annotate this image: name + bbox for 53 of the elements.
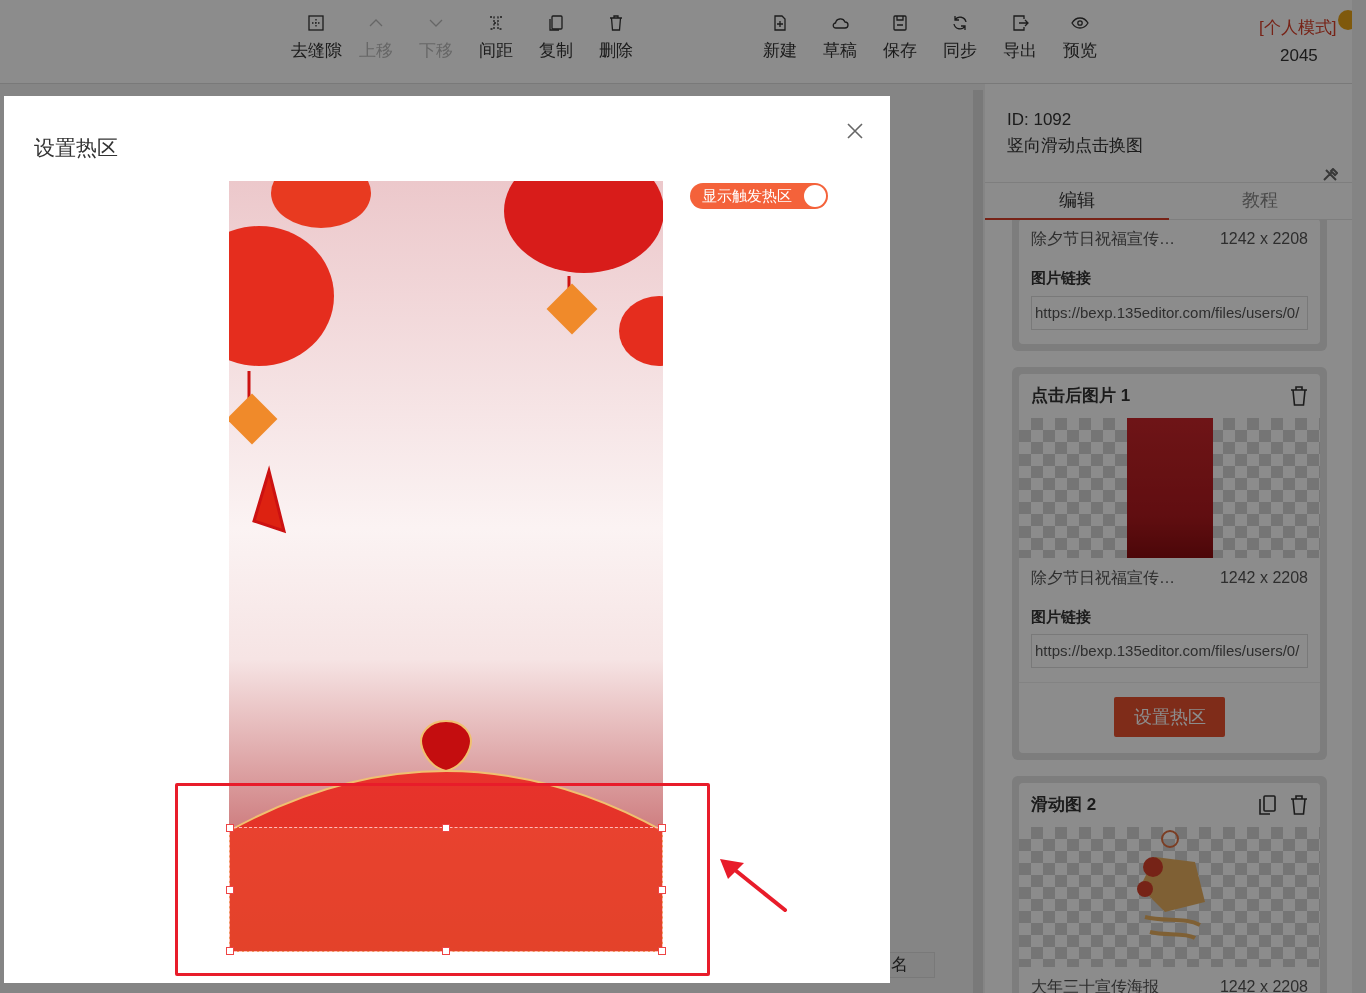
trash-icon[interactable] [1290, 795, 1308, 815]
file-name: 除夕节日祝福宣传… [1031, 229, 1175, 249]
toolbar-button[interactable]: 草稿 [812, 14, 868, 68]
resize-handle[interactable] [226, 824, 234, 832]
resize-handle[interactable] [658, 824, 666, 832]
field-label: 图片链接 [1030, 606, 1092, 627]
toolbar-button[interactable]: 复制 [528, 14, 584, 68]
element-title: 竖向滑动点击换图 [1007, 135, 1144, 157]
eye-icon [1071, 14, 1089, 32]
save-icon [891, 14, 909, 32]
count-label: 2045 [1280, 45, 1318, 67]
set-hotspot-button[interactable]: 设置热区 [1114, 697, 1225, 737]
mode-label[interactable]: [个人模式] [1259, 15, 1337, 41]
copy-icon [547, 14, 565, 32]
toolbar-button[interactable]: 去缝隙 [288, 14, 344, 68]
card-title: 滑动图 2 [1031, 794, 1097, 817]
toolbar-button[interactable]: 删除 [588, 14, 644, 68]
resize-handle[interactable] [226, 947, 234, 955]
export-icon [1011, 14, 1029, 32]
close-icon[interactable] [847, 123, 863, 139]
panel-tab[interactable]: 教程 [1168, 183, 1352, 220]
sync-icon [951, 14, 969, 32]
dialog-title: 设置热区 [34, 135, 118, 161]
file-name: 除夕节日祝福宣传… [1031, 567, 1175, 588]
resize-handle[interactable] [658, 947, 666, 955]
resize-handle[interactable] [442, 824, 450, 832]
link-field[interactable]: https://bexp.135editor.com/files/users/0/ [1031, 634, 1308, 668]
tools-icon[interactable] [1322, 168, 1338, 182]
image-size: 1242 x 2208 [1219, 229, 1308, 249]
resize-handle[interactable] [658, 885, 666, 894]
grid-icon [307, 14, 325, 32]
toolbar-button[interactable]: 预览 [1052, 14, 1108, 68]
spacing-icon [487, 14, 505, 32]
copy-icon[interactable] [1258, 795, 1276, 815]
element-id: ID: 1092 [1007, 109, 1073, 131]
image-size: 1242 x 2208 [1219, 977, 1308, 993]
trash-icon[interactable] [1290, 385, 1308, 406]
resize-handle[interactable] [442, 947, 450, 955]
resize-handle[interactable] [226, 885, 234, 894]
image-size: 1242 x 2208 [1219, 567, 1308, 588]
link-field[interactable]: https://bexp.135editor.com/files/users/0/ [1031, 295, 1308, 330]
toolbar-button[interactable]: 导出 [992, 14, 1048, 68]
toolbar-button[interactable]: 间距 [468, 14, 524, 68]
field-label: 图片链接 [1030, 268, 1092, 288]
show-hotspot-toggle[interactable]: 显示触发热区 [690, 183, 828, 209]
toolbar-button[interactable]: 新建 [752, 14, 808, 68]
toggle-knob [804, 185, 826, 207]
trash-icon [607, 14, 625, 32]
new-file-icon [771, 14, 789, 32]
pointer-arrow [718, 857, 788, 913]
card-title: 点击后图片 1 [1031, 384, 1131, 407]
toolbar-button[interactable]: 同步 [932, 14, 988, 68]
toolbar-button[interactable]: 保存 [872, 14, 928, 68]
